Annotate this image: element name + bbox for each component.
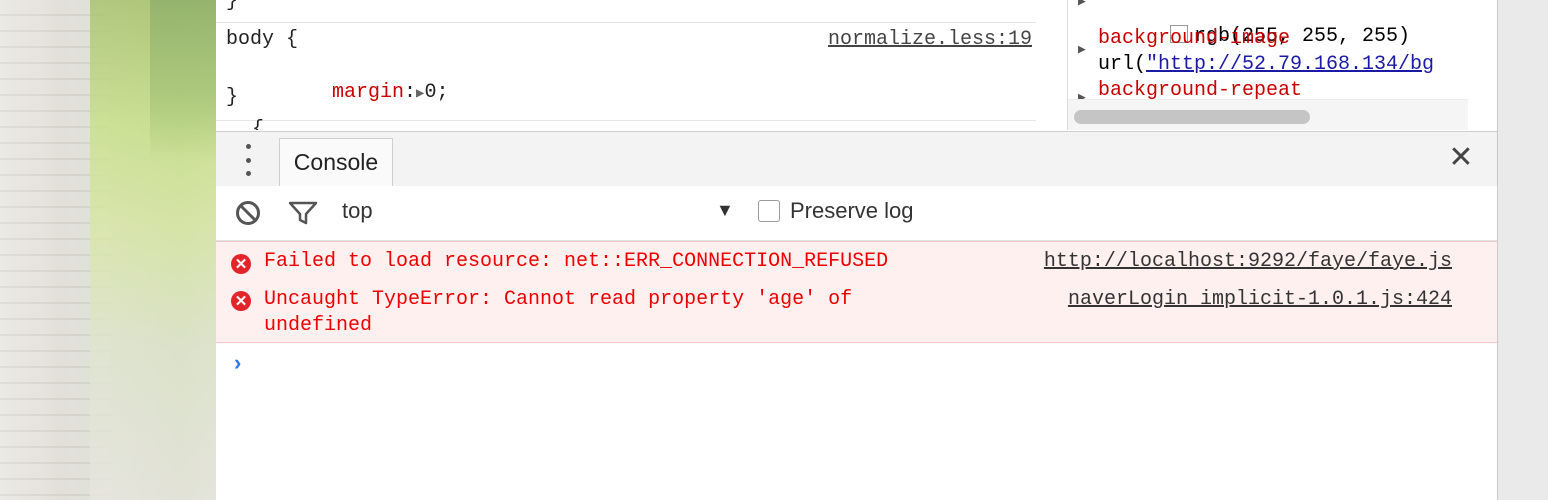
tab-console[interactable]: Console [279,138,393,186]
preserve-log-label[interactable]: Preserve log [790,198,914,224]
closing-brace: } [226,0,239,13]
console-prompt-icon[interactable]: › [234,350,241,376]
preserve-log-toggle[interactable]: Preserve log [758,198,914,224]
console-error-message: ✕ Failed to load resource: net::ERR_CONN… [216,241,1497,283]
styles-pane: } body { margin:▶0; } normalize.less:19 … [216,0,1036,130]
filter-icon[interactable] [288,200,318,226]
error-text: Uncaught TypeError: Cannot read property… [264,288,853,337]
error-icon: ✕ [231,254,251,274]
rule-separator [216,120,1036,121]
background-image-label[interactable]: background-image [1098,27,1290,50]
next-rule-partial: { [252,118,265,130]
property-colon: : [404,81,417,104]
horizontal-scrollbar-thumb[interactable] [1074,110,1310,124]
property-name[interactable]: margin [332,81,404,104]
rule-source-link[interactable]: normalize.less:19 [828,28,1032,51]
clear-console-icon[interactable] [235,200,261,226]
error-source-link[interactable]: naverLogin_implicit-1.0.1.js:424 [1068,287,1452,313]
rule-declaration[interactable]: margin:▶0; [260,58,448,127]
context-selector[interactable]: top [342,198,373,224]
page-background-left [0,0,216,500]
error-icon: ✕ [231,291,251,311]
rule-close-brace: } [226,86,239,109]
more-tools-icon[interactable] [238,144,258,176]
background-image-value[interactable]: url("http://52.79.168.134/bg [1098,53,1434,76]
rule-selector[interactable]: body { [226,28,298,51]
property-value[interactable]: 0; [424,81,448,104]
console-toolbar: top ▼ Preserve log [216,186,1497,241]
devtools-panel: } body { margin:▶0; } normalize.less:19 … [216,0,1498,500]
console-error-message: ✕ Uncaught TypeError: Cannot read proper… [216,282,1497,343]
drawer-tab-bar: Console ✕ [216,131,1497,187]
expand-arrow-icon[interactable]: ▶ [1078,42,1086,57]
preserve-log-checkbox[interactable] [758,200,780,222]
computed-pane: ▶ rgb(255, 255, 255) ▶ background-image … [1067,0,1468,130]
page-background-right [1497,0,1548,500]
expand-arrow-icon[interactable]: ▶ [1078,0,1086,9]
background-hedge [150,0,216,160]
error-text: Failed to load resource: net::ERR_CONNEC… [264,250,889,273]
chevron-down-icon[interactable]: ▼ [716,200,734,221]
url-link[interactable]: "http://52.79.168.134/bg [1146,53,1434,76]
close-icon[interactable]: ✕ [1445,142,1477,174]
rule-separator [216,22,1036,23]
error-source-link[interactable]: http://localhost:9292/faye/faye.js [1044,249,1452,275]
